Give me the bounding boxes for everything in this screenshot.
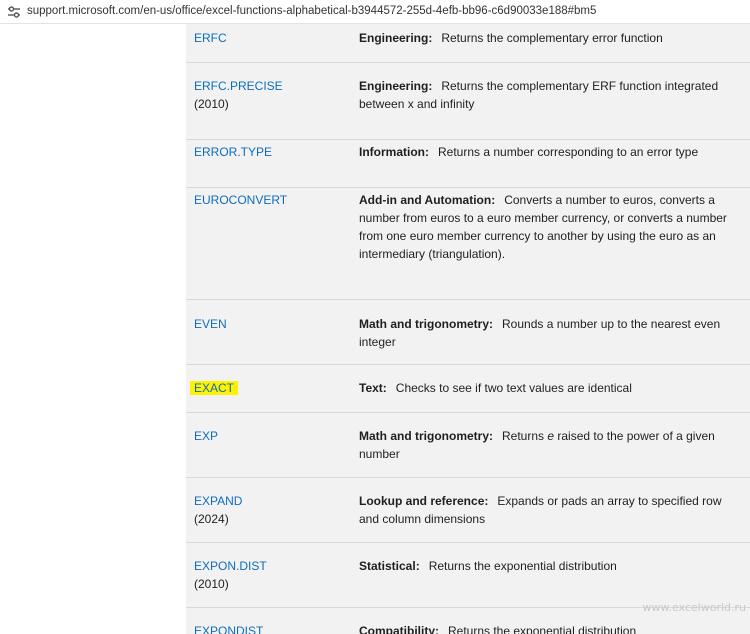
category-label: Math and trigonometry:	[359, 429, 493, 443]
function-link-exp[interactable]: EXP	[194, 429, 218, 443]
table-row: ERFC.PRECISE (2010) Engineering: Returns …	[186, 63, 750, 140]
watermark: www.excelworld.ru	[642, 601, 746, 614]
description-text: Returns the complementary error function	[441, 31, 663, 45]
table-row: ERFC Engineering: Returns the complementa…	[186, 24, 750, 63]
table-row: ERROR.TYPE Information: Returns a number …	[186, 140, 750, 188]
version-label: (2010)	[194, 577, 229, 591]
table-row: EXPON.DIST (2010) Statistical: Returns th…	[186, 543, 750, 608]
function-link-expondist[interactable]: EXPONDIST	[194, 624, 263, 634]
table-row: EXP Math and trigonometry: Returns e rais…	[186, 413, 750, 478]
function-link-error-type[interactable]: ERROR.TYPE	[194, 145, 272, 159]
table-row: EUROCONVERT Add-in and Automation: Conver…	[186, 188, 750, 300]
description-text: Returns	[502, 429, 548, 443]
url-text[interactable]: support.microsoft.com/en-us/office/excel…	[27, 4, 596, 18]
site-info-icon[interactable]	[7, 5, 21, 19]
address-bar[interactable]: support.microsoft.com/en-us/office/excel…	[0, 0, 750, 24]
table-row: EVEN Math and trigonometry: Rounds a numb…	[186, 300, 750, 365]
function-link-erfc[interactable]: ERFC	[194, 31, 227, 45]
category-label: Add-in and Automation:	[359, 193, 496, 207]
function-link-expand[interactable]: EXPAND	[194, 494, 242, 508]
category-label: Math and trigonometry:	[359, 317, 493, 331]
description-text: Returns the exponential distribution	[448, 624, 637, 634]
function-link-euroconvert[interactable]: EUROCONVERT	[194, 193, 287, 207]
category-label: Compatibility:	[359, 624, 439, 634]
description-text: Returns a number corresponding to an err…	[438, 145, 699, 159]
function-link-expon-dist[interactable]: EXPON.DIST	[194, 559, 267, 573]
category-label: Lookup and reference:	[359, 494, 489, 508]
description-text: Checks to see if two text values are ide…	[395, 381, 632, 395]
function-link-exact[interactable]: EXACT	[190, 381, 239, 395]
category-label: Engineering:	[359, 79, 433, 93]
category-label: Statistical:	[359, 559, 420, 573]
category-label: Information:	[359, 145, 429, 159]
category-label: Engineering:	[359, 31, 433, 45]
function-link-erfc-precise[interactable]: ERFC.PRECISE	[194, 79, 283, 93]
description-text: Returns the exponential distribution	[428, 559, 617, 573]
version-label: (2024)	[194, 512, 229, 526]
table-row: EXACT Text: Checks to see if two text val…	[186, 365, 750, 413]
version-label: (2010)	[194, 97, 229, 111]
category-label: Text:	[359, 381, 387, 395]
function-link-even[interactable]: EVEN	[194, 317, 227, 331]
functions-table: ERFC Engineering: Returns the complementa…	[186, 24, 750, 634]
table-row: EXPAND (2024) Lookup and reference: Expan…	[186, 478, 750, 543]
